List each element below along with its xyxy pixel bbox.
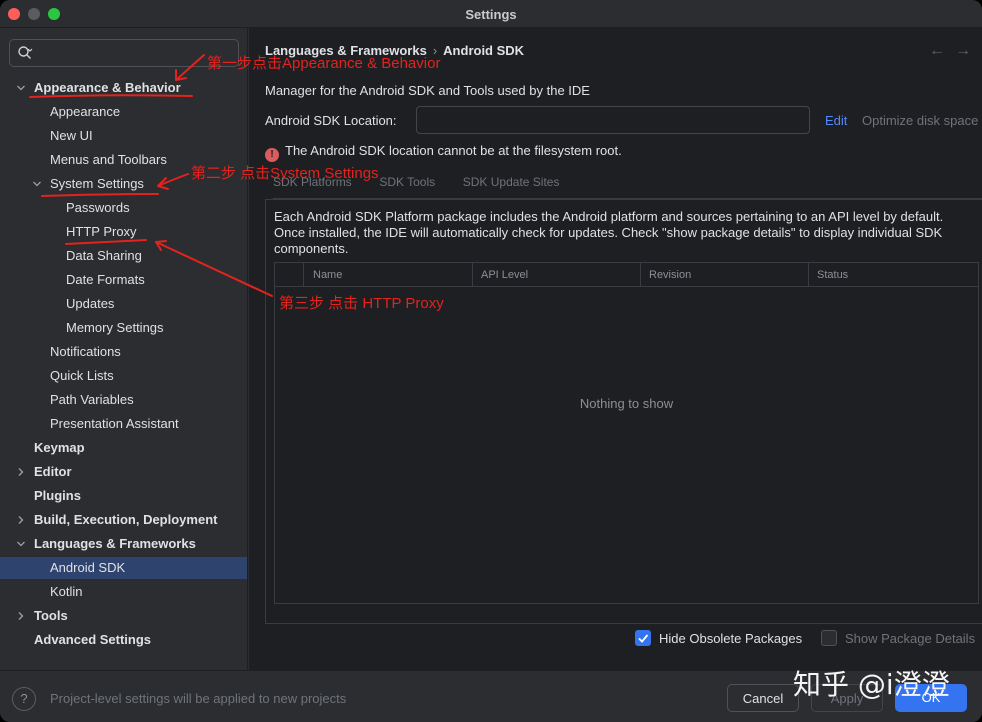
annotation-step2: 第二步 点击System Settings (191, 165, 379, 182)
underline-step3 (65, 239, 147, 245)
annotation-overlay (29, 54, 273, 297)
annotation-step1: 第一步点击Appearance & Behavior (207, 55, 441, 72)
settings-window: Settings Appearance & Behavior Appearance… (0, 0, 982, 722)
annotation-step3: 第三步 点击 HTTP Proxy (279, 295, 444, 312)
underline-step2 (41, 193, 159, 197)
arrow-step2 (157, 173, 189, 187)
zhihu-watermark: 知乎 @i澄澄 (793, 668, 950, 701)
arrow-step3 (155, 241, 273, 297)
arrow-step1 (175, 54, 205, 81)
underline-step1 (29, 94, 193, 98)
